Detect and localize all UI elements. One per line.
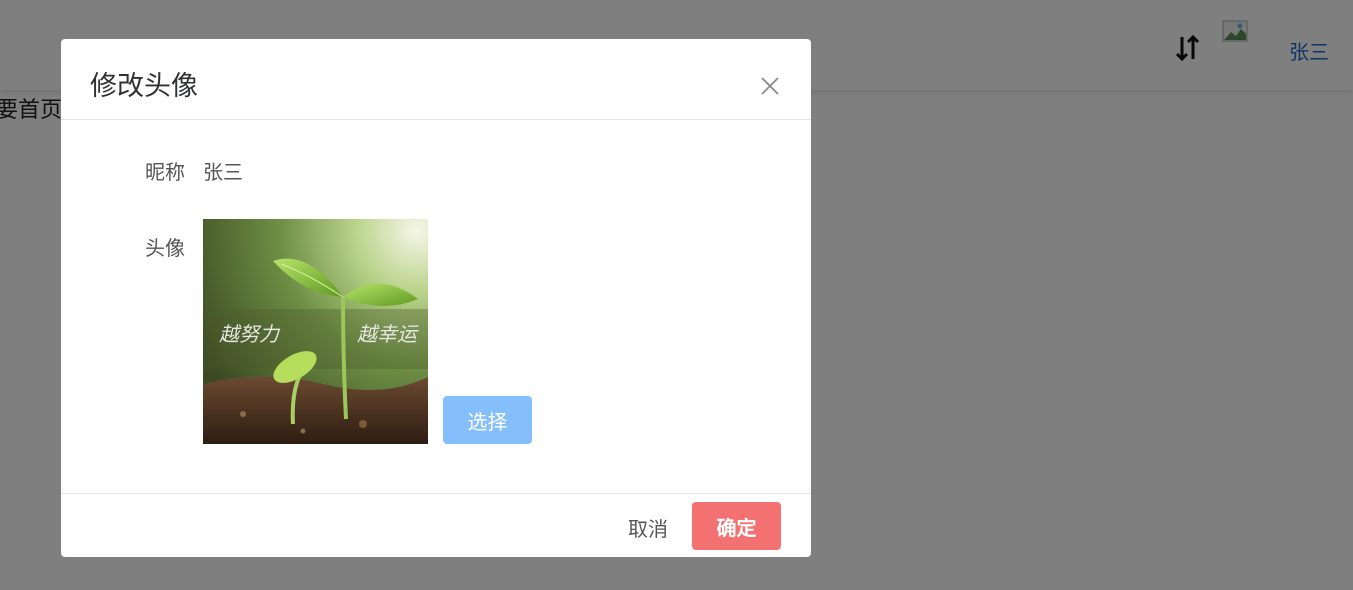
select-image-button[interactable]: 选择 [443, 396, 532, 444]
avatar-label: 头像 [145, 236, 185, 260]
nickname-value: 张三 [203, 160, 243, 184]
change-avatar-dialog: 修改头像 昵称 张三 头像 越努力 越幸运 选择 取消 确定 [61, 39, 811, 557]
avatar-text-left: 越努力 [219, 324, 281, 346]
avatar-text-right: 越幸运 [357, 324, 419, 346]
avatar-image: 越努力 越幸运 [203, 219, 428, 444]
close-icon[interactable] [757, 73, 783, 99]
dialog-header: 修改头像 [61, 39, 811, 120]
dialog-footer: 取消 确定 [61, 493, 811, 557]
cancel-button[interactable]: 取消 [613, 504, 683, 550]
confirm-button[interactable]: 确定 [692, 502, 781, 550]
dialog-title: 修改头像 [90, 71, 198, 102]
nickname-label: 昵称 [145, 160, 185, 184]
